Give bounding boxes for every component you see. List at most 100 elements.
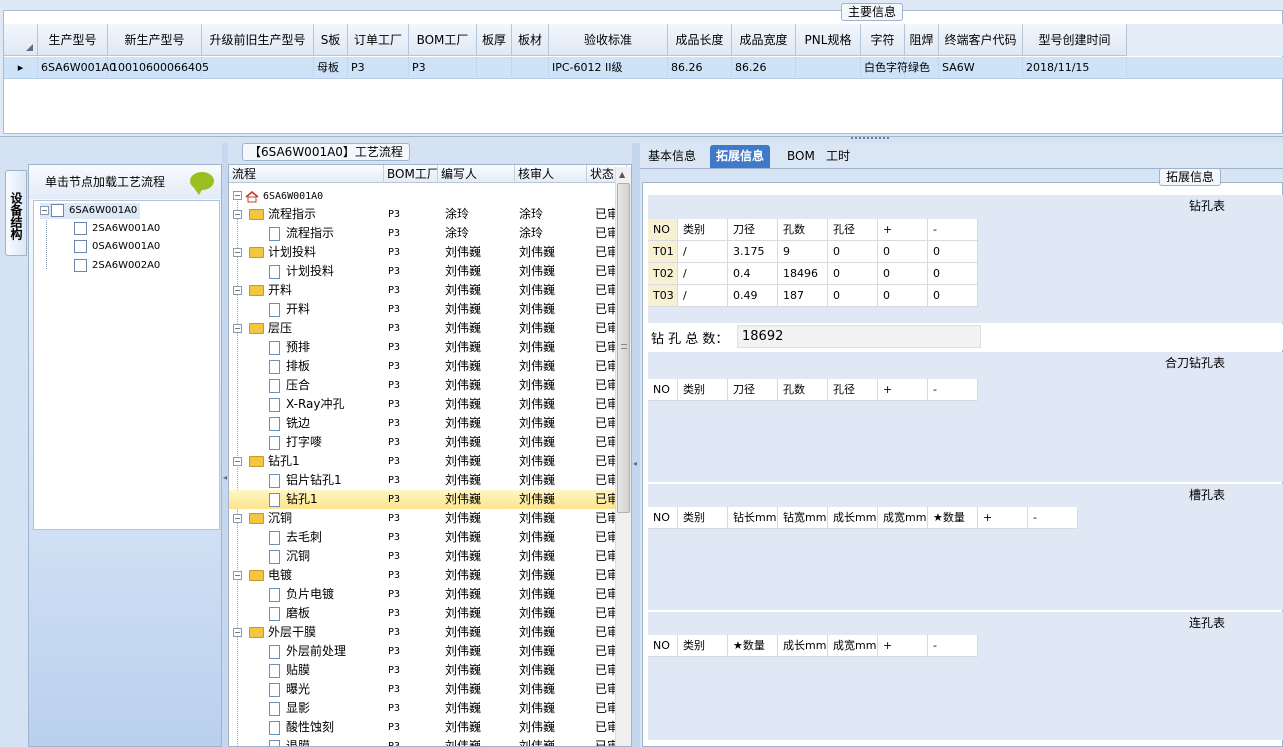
drill-table-cell[interactable]: 0 (928, 263, 978, 285)
drill-table-cell[interactable]: 0 (828, 285, 878, 307)
main-grid-row[interactable]: ▸ 6SA6W001A0 10010600066405 母板 P3 P3 IPC-6012… (4, 57, 1283, 79)
grid-corner[interactable] (4, 24, 38, 56)
process-scrollbar[interactable]: ▲ (615, 167, 631, 746)
process-row[interactable]: 去毛刺 P3 刘伟巍 刘伟巍 已审 (229, 528, 619, 547)
process-row[interactable]: 流程指示 P3 涂玲 涂玲 已审 (229, 224, 619, 243)
process-row[interactable]: − 计划投料 P3 刘伟巍 刘伟巍 已审 (229, 243, 619, 262)
grid-col-header[interactable]: 订单工厂 (348, 24, 409, 56)
drill-table-cell[interactable]: / (678, 241, 728, 263)
drill-table-cell[interactable]: T03 (648, 285, 678, 307)
process-col-header[interactable]: 核审人 (515, 165, 587, 183)
drill-table-header[interactable]: + (878, 219, 928, 241)
drill-table-cell[interactable]: 9 (778, 241, 828, 263)
drill-table-cell[interactable]: T01 (648, 241, 678, 263)
collapse-icon[interactable]: − (233, 457, 242, 466)
grid-col-header[interactable]: 型号创建时间 (1023, 24, 1127, 56)
collapse-icon[interactable]: − (233, 514, 242, 523)
combo-table-header[interactable]: 刀径 (728, 379, 778, 401)
grid-col-header[interactable]: BOM工厂 (409, 24, 477, 56)
collapse-icon[interactable]: − (233, 324, 242, 333)
slot-table-header[interactable]: 钻长mm (728, 507, 778, 529)
drill-table-cell[interactable]: 0 (878, 241, 928, 263)
tree-child-node[interactable]: 2SA6W002A0 (60, 258, 160, 274)
combo-table-header[interactable]: 孔数 (778, 379, 828, 401)
process-row[interactable]: − 外层干膜 P3 刘伟巍 刘伟巍 已审 (229, 623, 619, 642)
grid-col-header[interactable]: 生产型号 (38, 24, 108, 56)
grid-col-header[interactable]: PNL规格 (796, 24, 861, 56)
process-row[interactable]: 打字嘜 P3 刘伟巍 刘伟巍 已审 (229, 433, 619, 452)
grid-col-header[interactable]: 成品宽度 (732, 24, 796, 56)
process-row[interactable]: 沉铜 P3 刘伟巍 刘伟巍 已审 (229, 547, 619, 566)
collapse-icon[interactable]: − (233, 248, 242, 257)
scrollbar-thumb[interactable] (617, 183, 630, 513)
collapse-icon[interactable]: − (233, 191, 242, 200)
slot-table-header[interactable]: 类别 (678, 507, 728, 529)
process-row[interactable]: 排板 P3 刘伟巍 刘伟巍 已审 (229, 357, 619, 376)
link-table-header[interactable]: 成宽mm (828, 635, 878, 657)
drill-table-cell[interactable]: 0 (828, 241, 878, 263)
drill-table-cell[interactable]: 0 (928, 241, 978, 263)
link-table-header[interactable]: 类别 (678, 635, 728, 657)
drill-table-cell[interactable]: 0 (878, 285, 928, 307)
process-row[interactable]: 负片电镀 P3 刘伟巍 刘伟巍 已审 (229, 585, 619, 604)
process-row[interactable]: − 流程指示 P3 涂玲 涂玲 已审 (229, 205, 619, 224)
drill-table-cell[interactable]: 0 (828, 263, 878, 285)
tab-2[interactable]: BOM (781, 145, 821, 168)
chat-bubble-icon[interactable] (190, 172, 214, 195)
process-row[interactable]: 磨板 P3 刘伟巍 刘伟巍 已审 (229, 604, 619, 623)
process-row[interactable]: 铝片钻孔1 P3 刘伟巍 刘伟巍 已审 (229, 471, 619, 490)
tab-1[interactable]: 拓展信息 (710, 145, 771, 168)
slot-table-header[interactable]: 成宽mm (878, 507, 928, 529)
collapse-icon[interactable]: − (233, 571, 242, 580)
drill-table-cell[interactable]: 187 (778, 285, 828, 307)
grid-col-header[interactable]: 字符 (861, 24, 905, 56)
link-table-header[interactable]: + (878, 635, 928, 657)
drill-table-cell[interactable]: 0.49 (728, 285, 778, 307)
slot-table-header[interactable]: - (1028, 507, 1078, 529)
grid-col-header[interactable]: 板材 (512, 24, 549, 56)
process-row[interactable]: 贴膜 P3 刘伟巍 刘伟巍 已审 (229, 661, 619, 680)
process-row[interactable]: 预排 P3 刘伟巍 刘伟巍 已审 (229, 338, 619, 357)
process-row[interactable]: 酸性蚀刻 P3 刘伟巍 刘伟巍 已审 (229, 718, 619, 737)
drill-table-cell[interactable]: 0 (878, 263, 928, 285)
grid-col-header[interactable]: 终端客户代码 (939, 24, 1023, 56)
process-row[interactable]: 铣边 P3 刘伟巍 刘伟巍 已审 (229, 414, 619, 433)
tab-3[interactable]: 工时 (820, 145, 856, 168)
link-table-header[interactable]: ★数量 (728, 635, 778, 657)
collapse-icon[interactable]: − (233, 210, 242, 219)
link-table-header[interactable]: 成长mm (778, 635, 828, 657)
drill-table-cell[interactable]: 18496 (778, 263, 828, 285)
grid-col-header[interactable]: 成品长度 (668, 24, 732, 56)
process-row[interactable]: 钻孔1 P3 刘伟巍 刘伟巍 已审 (229, 490, 619, 509)
process-row[interactable]: 退膜 P3 刘伟巍 刘伟巍 已审 (229, 737, 619, 746)
process-row[interactable]: X-Ray冲孔 P3 刘伟巍 刘伟巍 已审 (229, 395, 619, 414)
drill-table-header[interactable]: 孔径 (828, 219, 878, 241)
process-row[interactable]: − 钻孔1 P3 刘伟巍 刘伟巍 已审 (229, 452, 619, 471)
process-row[interactable]: − 层压 P3 刘伟巍 刘伟巍 已审 (229, 319, 619, 338)
slot-table-header[interactable]: + (978, 507, 1028, 529)
process-row[interactable]: − 电镀 P3 刘伟巍 刘伟巍 已审 (229, 566, 619, 585)
grid-col-header[interactable]: 板厚 (477, 24, 512, 56)
combo-table-header[interactable]: - (928, 379, 978, 401)
drill-table-header[interactable]: NO (648, 219, 678, 241)
slot-table-header[interactable]: 成长mm (828, 507, 878, 529)
grid-col-header[interactable]: S板 (314, 24, 348, 56)
link-table-header[interactable]: NO (648, 635, 678, 657)
scroll-up-icon[interactable]: ▲ (619, 170, 625, 179)
collapse-icon[interactable]: − (40, 205, 49, 215)
collapse-icon[interactable]: − (233, 628, 242, 637)
drill-table-header[interactable]: 孔数 (778, 219, 828, 241)
drill-table-header[interactable]: 类别 (678, 219, 728, 241)
tree-root-node[interactable]: −6SA6W001A0 (40, 203, 141, 219)
grid-col-header[interactable]: 验收标准 (549, 24, 668, 56)
link-table-header[interactable]: - (928, 635, 978, 657)
process-root-row[interactable]: − 6SA6W001A0 (229, 186, 619, 205)
right-splitter[interactable]: ◂ (632, 143, 640, 747)
process-row[interactable]: 压合 P3 刘伟巍 刘伟巍 已审 (229, 376, 619, 395)
tab-0[interactable]: 基本信息 (642, 145, 702, 168)
process-col-header[interactable]: 流程 (229, 165, 384, 183)
drill-table-header[interactable]: 刀径 (728, 219, 778, 241)
collapse-icon[interactable]: − (233, 286, 242, 295)
grid-col-header[interactable]: 新生产型号 (108, 24, 202, 56)
process-row[interactable]: 曝光 P3 刘伟巍 刘伟巍 已审 (229, 680, 619, 699)
